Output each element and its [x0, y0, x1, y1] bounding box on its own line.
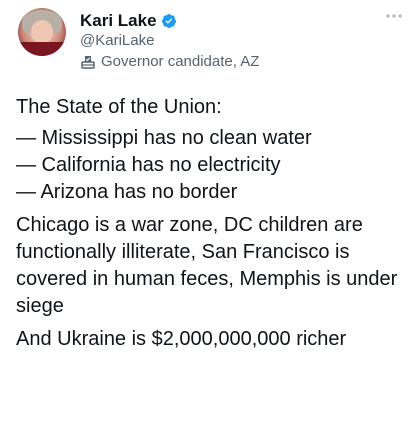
tweet-list-item: — Mississippi has no clean water [16, 127, 312, 149]
ballot-box-icon [81, 55, 95, 69]
author-handle[interactable]: @KariLake [80, 32, 154, 49]
tweet-text: The State of the Union: — Mississippi ha… [16, 94, 406, 353]
author-name[interactable]: Kari Lake [80, 11, 157, 31]
avatar-shirt [18, 42, 66, 56]
avatar[interactable] [18, 8, 66, 56]
account-label-text: Governor candidate, AZ [101, 53, 260, 70]
avatar-face [31, 20, 53, 44]
more-options-icon[interactable] [384, 12, 404, 20]
verified-badge-icon [161, 14, 176, 28]
author-name-row: Kari Lake [80, 10, 177, 32]
tweet-paragraph: And Ukraine is $2,000,000,000 richer [16, 328, 347, 350]
account-label: Governor candidate, AZ [80, 53, 259, 70]
tweet-intro: The State of the Union: [16, 96, 222, 118]
tweet-list-item: — California has no electricity [16, 154, 281, 176]
tweet-list-item: — Arizona has no border [16, 181, 238, 203]
tweet-paragraph: Chicago is a war zone, DC children are f… [16, 214, 398, 317]
tweet: Kari Lake @KariLake Governor candidate, … [0, 0, 414, 439]
